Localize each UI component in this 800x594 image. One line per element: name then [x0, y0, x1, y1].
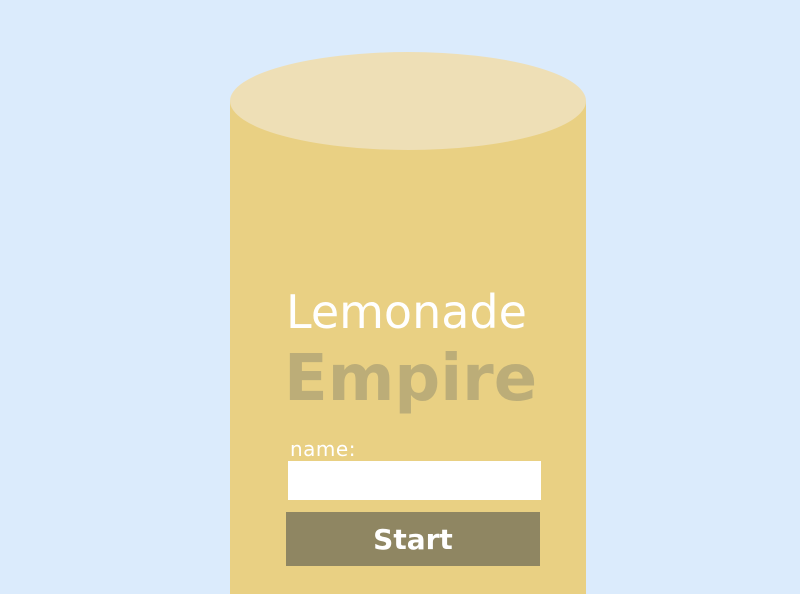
- lemonade-glass-top: [230, 52, 586, 150]
- start-screen: Lemonade Empire name: Start: [0, 0, 800, 594]
- name-label: name:: [290, 437, 356, 461]
- game-title-empire: Empire: [284, 342, 538, 416]
- name-input[interactable]: [288, 461, 541, 500]
- game-title-lemonade: Lemonade: [286, 285, 527, 339]
- start-button[interactable]: Start: [286, 512, 540, 566]
